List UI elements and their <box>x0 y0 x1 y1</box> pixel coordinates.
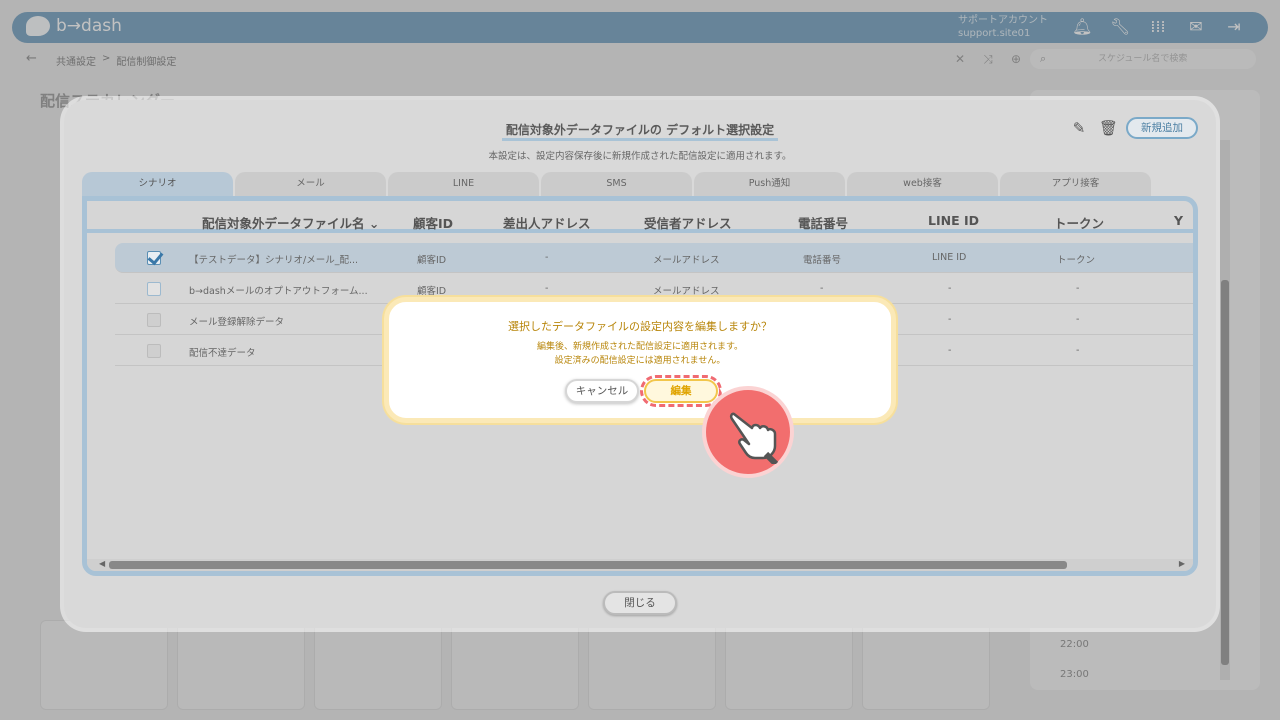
table-cell: - <box>1076 283 1080 294</box>
table-cell: - <box>948 283 952 294</box>
chevron-down-icon: ⌄ <box>364 216 380 231</box>
column-header: 受信者アドレス <box>644 216 732 231</box>
confirm-dialog: 選択したデータファイルの設定内容を編集しますか？ 編集後、新規作成された配信設定… <box>384 297 896 423</box>
table-cell: トークン <box>1057 255 1096 266</box>
tab-sms[interactable]: SMS <box>541 172 692 196</box>
table-cell: - <box>1076 314 1080 325</box>
table-row[interactable]: 【テストデータ】シナリオ/メール_配... 顧客ID - メールアドレス 電話番… <box>115 243 1193 273</box>
tab-push[interactable]: Push通知 <box>694 172 845 196</box>
table-cell: メール登録解除データ <box>189 317 285 328</box>
add-button[interactable]: 新規追加 <box>1126 117 1198 139</box>
tab-bar: シナリオ メール LINE SMS Push通知 web接客 アプリ接客 <box>82 172 1151 196</box>
dialog-title: 選択したデータファイルの設定内容を編集しますか？ <box>508 320 772 333</box>
trash-icon[interactable]: 🗑︎ <box>1099 119 1118 137</box>
modal-subtitle: 本設定は、設定内容保存後に新規作成された配信設定に適用されます。 <box>488 151 792 162</box>
column-header: 顧客ID <box>413 216 454 231</box>
column-header: 差出人アドレス <box>503 216 591 231</box>
scroll-left-icon[interactable]: ◀ <box>99 559 105 568</box>
table-cell: 顧客ID <box>417 286 447 297</box>
horizontal-scrollbar-thumb[interactable] <box>109 561 1067 569</box>
table-cell: - <box>948 314 952 325</box>
table-header: 配信対象外データファイル名 ⌄ 顧客ID 差出人アドレス 受信者アドレス 電話番… <box>87 209 1193 233</box>
edit-icon[interactable]: ✎ <box>1070 119 1088 137</box>
tab-scenario[interactable]: シナリオ <box>82 172 233 196</box>
tab-mail[interactable]: メール <box>235 172 386 196</box>
row-checkbox[interactable] <box>147 251 161 265</box>
column-header: Y <box>1174 213 1184 228</box>
scroll-right-icon[interactable]: ▶ <box>1179 559 1185 568</box>
table-cell: 配信不達データ <box>189 348 256 359</box>
row-checkbox[interactable] <box>147 313 161 327</box>
column-header: 電話番号 <box>798 216 849 231</box>
table-cell: - <box>948 345 952 356</box>
pointer-hand-icon <box>702 386 794 478</box>
table-cell: 【テストデータ】シナリオ/メール_配... <box>189 255 359 266</box>
column-header-filename[interactable]: 配信対象外データファイル名 ⌄ <box>202 213 379 232</box>
column-header: LINE ID <box>928 213 979 228</box>
table-cell: 電話番号 <box>803 255 842 266</box>
table-cell: - <box>820 283 824 294</box>
table-cell: - <box>545 283 549 294</box>
table-cell: - <box>545 252 549 263</box>
table-cell: b→dashメールのオプトアウトフォーム... <box>189 286 368 297</box>
dialog-message-line: 編集後、新規作成された配信設定に適用されます。 <box>536 342 744 352</box>
tab-app[interactable]: アプリ接客 <box>1000 172 1151 196</box>
tab-line[interactable]: LINE <box>388 172 539 196</box>
column-header: トークン <box>1054 216 1105 231</box>
table-cell: 顧客ID <box>417 255 447 266</box>
tab-web[interactable]: web接客 <box>847 172 998 196</box>
edit-button[interactable]: 編集 <box>644 379 718 403</box>
table-cell: LINE ID <box>932 252 967 263</box>
row-checkbox[interactable] <box>147 344 161 358</box>
horizontal-scrollbar[interactable]: ◀ ▶ <box>87 559 1193 571</box>
modal-title: 配信対象外データファイルの デフォルト選択設定 <box>64 121 1216 141</box>
hand-icon <box>729 412 779 464</box>
table-cell: - <box>1076 345 1080 356</box>
cancel-button[interactable]: キャンセル <box>565 379 639 403</box>
dialog-message-line: 設定済みの配信設定には適用されません。 <box>554 356 726 366</box>
row-checkbox[interactable] <box>147 282 161 296</box>
table-cell: メールアドレス <box>653 255 720 266</box>
close-button[interactable]: 閉じる <box>603 591 677 615</box>
dialog-message: 編集後、新規作成された配信設定に適用されます。 設定済みの配信設定には適用されま… <box>389 340 891 368</box>
table-cell: メールアドレス <box>653 286 720 297</box>
